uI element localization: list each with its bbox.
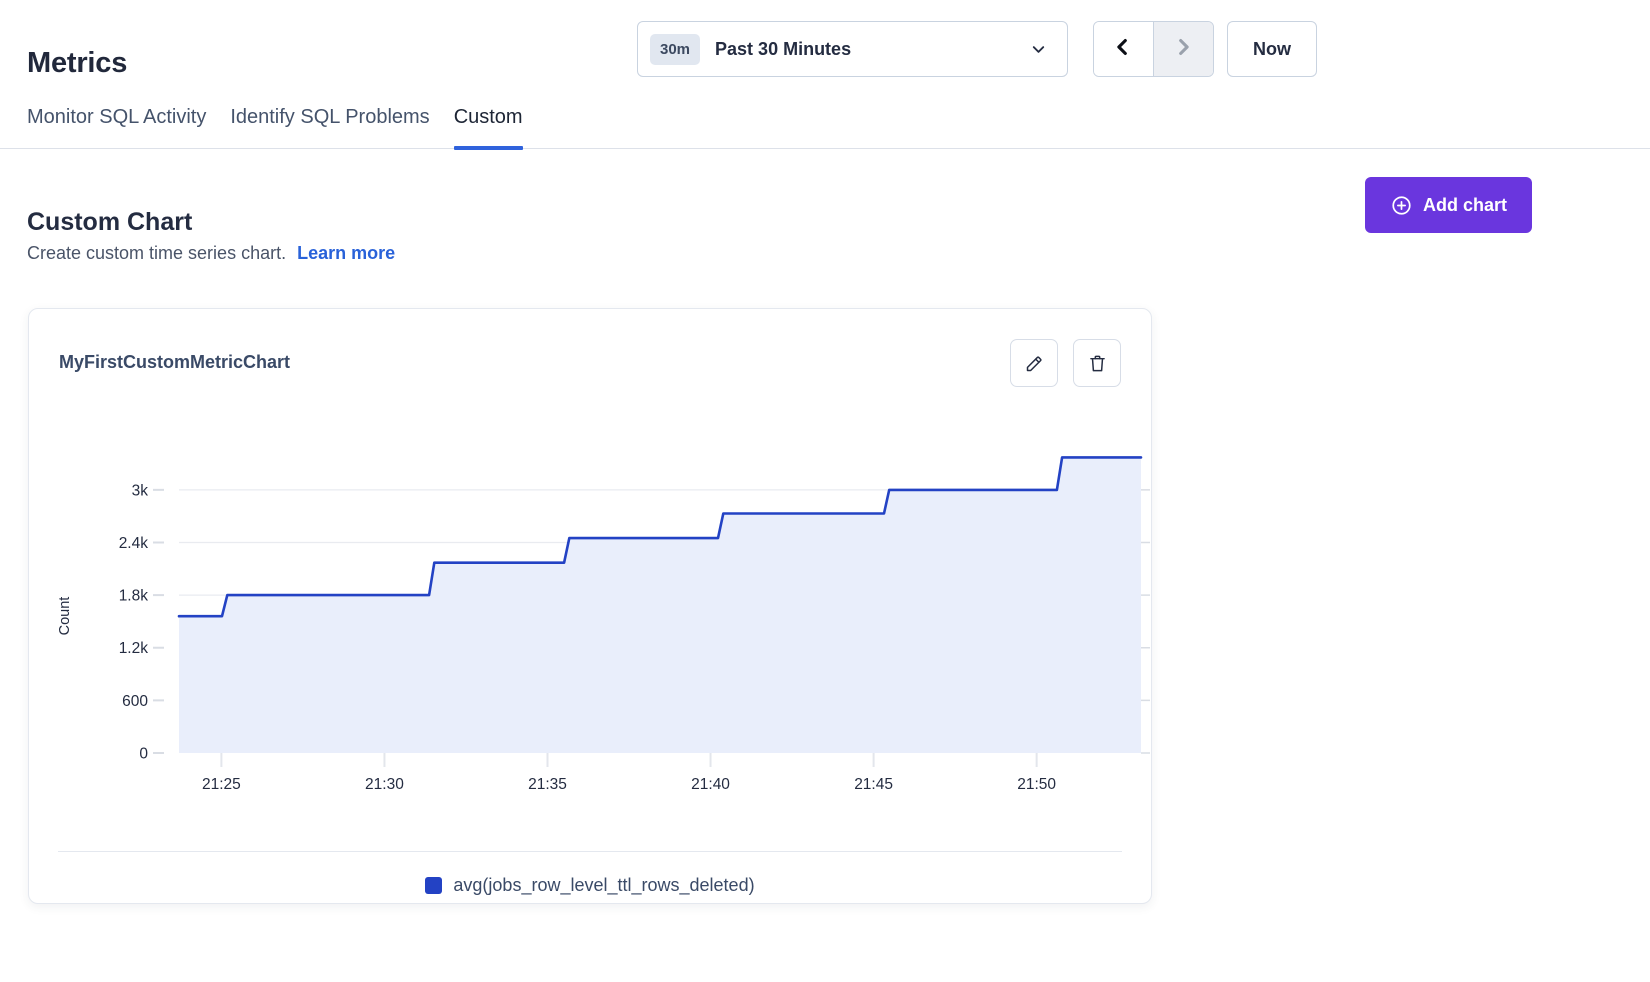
legend-divider: [58, 851, 1122, 852]
svg-text:21:25: 21:25: [202, 776, 241, 793]
tab-monitor-sql-activity[interactable]: Monitor SQL Activity: [27, 102, 206, 148]
svg-text:3k: 3k: [132, 482, 149, 499]
time-step-buttons: [1093, 21, 1214, 77]
delete-chart-button[interactable]: [1073, 339, 1121, 387]
svg-text:1.8k: 1.8k: [119, 588, 149, 605]
pencil-icon: [1024, 353, 1045, 374]
next-time-button[interactable]: [1154, 22, 1214, 76]
legend-swatch: [425, 877, 442, 894]
time-range-label: Past 30 Minutes: [715, 39, 1030, 60]
chevron-right-icon: [1172, 35, 1194, 64]
section-title: Custom Chart: [27, 208, 192, 237]
section-description-text: Create custom time series chart.: [27, 243, 286, 263]
svg-text:21:30: 21:30: [365, 776, 404, 793]
legend-label: avg(jobs_row_level_ttl_rows_deleted): [453, 875, 754, 896]
now-button[interactable]: Now: [1227, 21, 1317, 77]
svg-text:21:45: 21:45: [854, 776, 893, 793]
now-button-label: Now: [1253, 39, 1291, 60]
svg-text:1.2k: 1.2k: [119, 640, 149, 657]
chart-actions: [1010, 339, 1121, 387]
add-chart-button-label: Add chart: [1423, 195, 1507, 216]
tab-label: Monitor SQL Activity: [27, 106, 206, 128]
trash-icon: [1087, 353, 1108, 374]
page-title: Metrics: [27, 47, 127, 80]
edit-chart-button[interactable]: [1010, 339, 1058, 387]
tab-custom[interactable]: Custom: [454, 102, 523, 148]
svg-text:Count: Count: [57, 597, 73, 636]
tab-label: Custom: [454, 106, 523, 128]
chart-legend[interactable]: avg(jobs_row_level_ttl_rows_deleted): [29, 867, 1151, 903]
time-range-badge: 30m: [650, 34, 700, 65]
svg-text:21:35: 21:35: [528, 776, 567, 793]
svg-text:2.4k: 2.4k: [119, 535, 149, 552]
learn-more-link[interactable]: Learn more: [297, 243, 395, 263]
svg-text:21:50: 21:50: [1017, 776, 1056, 793]
custom-chart-card: MyFirstCustomMetricChart 0 600 1.2k 1.8k 2.4…: [28, 308, 1152, 904]
svg-text:21:40: 21:40: [691, 776, 730, 793]
tab-label: Identify SQL Problems: [230, 106, 429, 128]
metrics-tabs: Monitor SQL Activity Identify SQL Proble…: [0, 102, 1650, 149]
svg-text:600: 600: [122, 693, 148, 710]
chart-title: MyFirstCustomMetricChart: [59, 352, 290, 373]
active-tab-underline: [454, 146, 523, 150]
previous-time-button[interactable]: [1094, 22, 1154, 76]
chevron-left-icon: [1112, 35, 1134, 64]
add-chart-button[interactable]: Add chart: [1365, 177, 1532, 233]
section-description: Create custom time series chart. Learn m…: [27, 243, 395, 264]
svg-text:0: 0: [139, 746, 148, 763]
time-series-chart[interactable]: 0 600 1.2k 1.8k 2.4k 3k 21:25 21:30 21:35 21:40 21…: [29, 421, 1153, 801]
time-range-dropdown[interactable]: 30m Past 30 Minutes: [637, 21, 1068, 77]
tab-identify-sql-problems[interactable]: Identify SQL Problems: [230, 102, 429, 148]
chevron-down-icon: [1030, 41, 1047, 58]
chart-card-header: MyFirstCustomMetricChart: [59, 339, 1121, 387]
time-toolbar: 30m Past 30 Minutes Now: [637, 21, 1317, 77]
plus-circle-icon: [1390, 194, 1413, 217]
